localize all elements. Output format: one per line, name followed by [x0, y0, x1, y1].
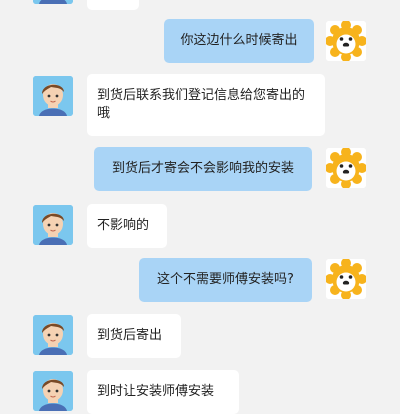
message-bubble-agent: 不影响的	[87, 204, 167, 248]
boy-avatar-icon	[33, 205, 73, 245]
lion-avatar-icon	[326, 148, 366, 188]
boy-avatar-icon	[33, 371, 73, 411]
lion-avatar-icon	[326, 259, 366, 299]
message-bubble-user: 你这边什么时候寄出	[164, 19, 314, 63]
message-bubble-user: 这个不需要师傅安装吗?	[139, 258, 312, 302]
message-bubble-user: 到货后才寄会不会影响我的安装	[94, 147, 312, 191]
message-text: 到时让安装师傅安装	[97, 384, 215, 399]
agent-avatar[interactable]	[33, 76, 73, 116]
message-bubble-agent	[87, 0, 139, 10]
message-text: 你这边什么时候寄出	[180, 33, 298, 48]
message-text: 这个不需要师傅安装吗?	[157, 272, 294, 287]
agent-avatar[interactable]	[33, 371, 73, 411]
agent-avatar[interactable]	[33, 205, 73, 245]
message-text: 不影响的	[97, 218, 150, 233]
agent-avatar[interactable]	[33, 0, 73, 4]
chat-area: 你这边什么时候寄出 到货后联系我们登记信息给您寄出的哦 到货后才寄会不会影响我的…	[0, 0, 400, 414]
message-bubble-agent: 到货后寄出	[87, 314, 181, 358]
user-avatar[interactable]	[326, 21, 366, 61]
boy-avatar-icon	[33, 0, 73, 4]
lion-avatar-icon	[326, 21, 366, 61]
user-avatar[interactable]	[326, 148, 366, 188]
boy-avatar-icon	[33, 76, 73, 116]
message-bubble-agent: 到货后联系我们登记信息给您寄出的哦	[87, 74, 325, 136]
message-text: 到货后联系我们登记信息给您寄出的哦	[97, 88, 306, 121]
message-text: 到货后寄出	[97, 328, 163, 343]
user-avatar[interactable]	[326, 259, 366, 299]
message-bubble-agent: 到时让安装师傅安装	[87, 370, 239, 414]
boy-avatar-icon	[33, 315, 73, 355]
message-text: 到货后才寄会不会影响我的安装	[111, 161, 294, 176]
agent-avatar[interactable]	[33, 315, 73, 355]
